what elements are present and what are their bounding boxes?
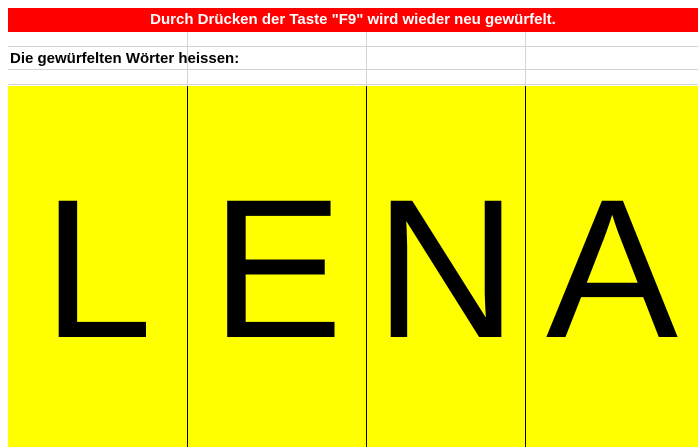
instruction-banner[interactable]: Durch Drücken der Taste "F9" wird wieder… bbox=[8, 8, 698, 32]
row-divider bbox=[8, 84, 698, 85]
letter: E bbox=[210, 157, 344, 379]
letter: N bbox=[374, 157, 518, 379]
column-divider bbox=[366, 32, 367, 86]
words-caption[interactable]: Die gewürfelten Wörter heissen: bbox=[10, 48, 239, 70]
letter-tile-1[interactable]: L bbox=[8, 86, 188, 447]
letter: L bbox=[42, 157, 153, 379]
column-divider bbox=[525, 32, 526, 86]
letter-tile-4[interactable]: A bbox=[526, 86, 698, 447]
row-divider bbox=[8, 46, 698, 47]
letter-tile-2[interactable]: E bbox=[188, 86, 367, 447]
letter: A bbox=[545, 157, 679, 379]
letter-tile-3[interactable]: N bbox=[367, 86, 526, 447]
spreadsheet-grid: Durch Drücken der Taste "F9" wird wieder… bbox=[0, 0, 698, 447]
letter-tiles: L E N A bbox=[8, 86, 698, 447]
